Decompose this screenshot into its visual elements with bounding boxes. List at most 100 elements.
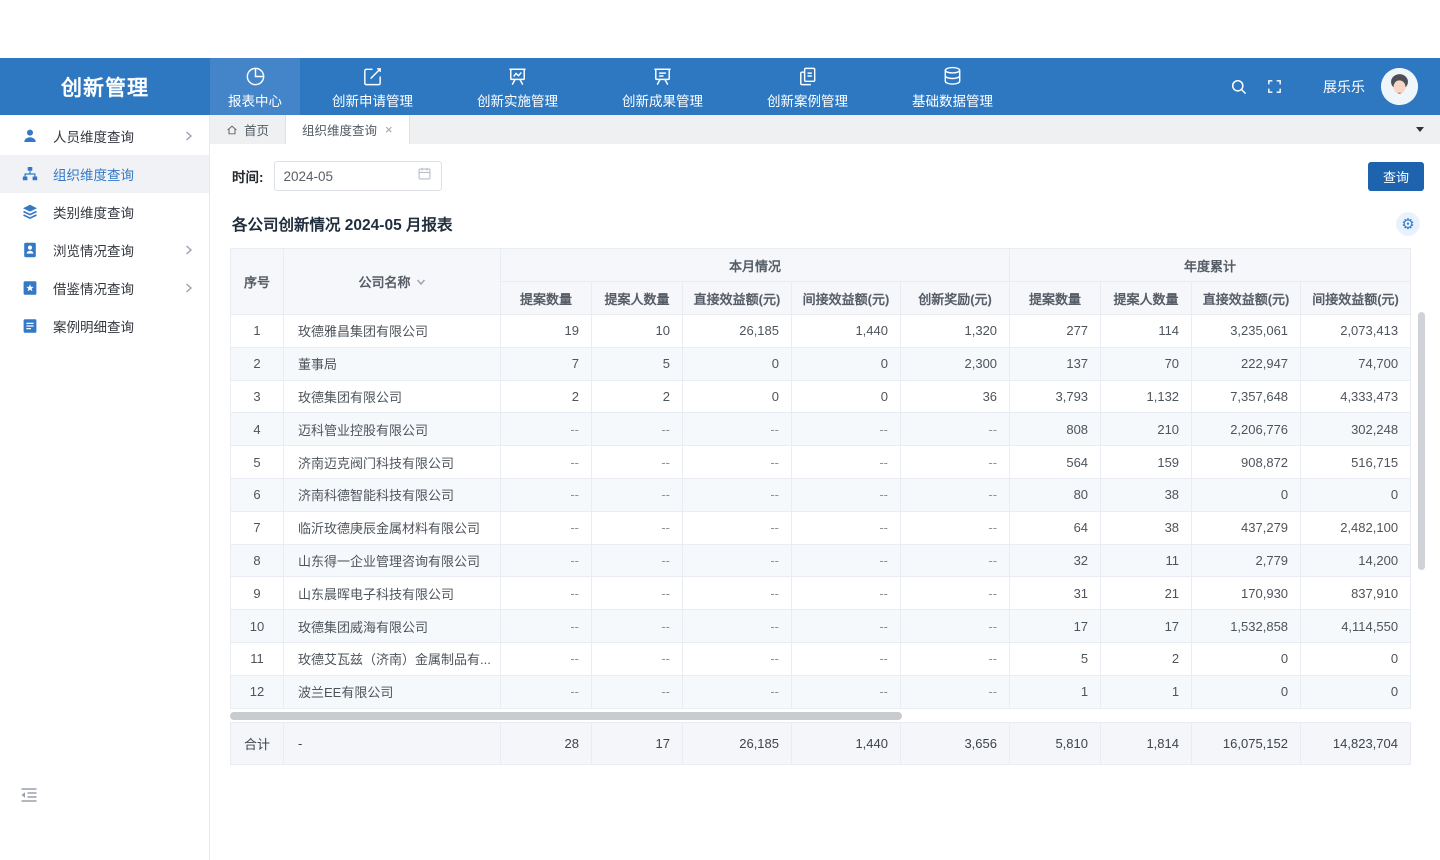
table-cell: -- [901,544,1010,577]
table-cell: 7 [231,511,284,544]
gear-icon[interactable]: ⚙ [1396,212,1420,236]
sidebar-item-person-query[interactable]: 人员维度查询 [0,117,209,155]
avatar[interactable] [1381,68,1418,105]
table-cell: 4 [231,413,284,446]
table-cell: 0 [1192,642,1301,675]
fullscreen-icon[interactable] [1266,78,1283,95]
total-cell: 28 [501,722,592,764]
table-cell: 10 [592,315,683,348]
search-icon[interactable] [1230,78,1248,96]
sidebar-item-reference-query[interactable]: 借鉴情况查询 [0,269,209,307]
main-nav: 报表中心 创新申请管理 创新实施管理 创新成果管理 [210,58,1025,115]
total-label: 合计 [231,722,284,764]
sidebar-item-label: 案例明细查询 [53,316,134,336]
table-row: 8山东得一企业管理咨询有限公司----------32112,77914,200 [231,544,1411,577]
total-row: 合计 - 28 17 26,185 1,440 3,656 5,810 1,81… [231,722,1411,764]
table-cell: 210 [1101,413,1192,446]
table-cell: 516,715 [1301,446,1411,479]
doc-detail-icon [22,318,39,334]
table-body: 1玫德雅昌集团有限公司191026,1851,4401,3202771143,2… [231,315,1411,709]
table-cell: 临沂玫德庚辰金属材料有限公司 [284,511,501,544]
table-cell: 3,793 [1010,380,1101,413]
table-cell: 3 [231,380,284,413]
total-cell: 16,075,152 [1192,722,1301,764]
table-cell: -- [901,478,1010,511]
nav-innovation-apply[interactable]: 创新申请管理 [309,58,436,115]
database-icon [941,64,964,88]
table-cell: 迈科管业控股有限公司 [284,413,501,446]
table-row: 9山东晨晖电子科技有限公司----------3121170,930837,91… [231,577,1411,610]
table-cell: 21 [1101,577,1192,610]
table-cell: -- [792,511,901,544]
sidebar: 人员维度查询 组织维度查询 类别维度查询 [0,115,210,860]
horizontal-scrollbar-thumb[interactable] [230,712,902,720]
table-cell: 437,279 [1192,511,1301,544]
table-cell: 837,910 [1301,577,1411,610]
chevron-right-icon [184,282,193,294]
caret-down-icon [1416,127,1424,132]
table-cell: 2 [501,380,592,413]
sidebar-item-category-query[interactable]: 类别维度查询 [0,193,209,231]
sidebar-item-browse-query[interactable]: 浏览情况查询 [0,231,209,269]
table-row: 11玫德艾瓦兹（济南）金属制品有...----------5200 [231,642,1411,675]
table-cell: 1 [1010,675,1101,708]
table-cell: -- [501,511,592,544]
table-cell: -- [792,478,901,511]
main-panel: 时间: 2024-05 查询 各公司创新情况 2024-05 月报表 ⚙ [210,144,1440,860]
horizontal-scrollbar[interactable] [230,712,1410,720]
username[interactable]: 展乐乐 [1323,77,1365,97]
table-cell: 1,132 [1101,380,1192,413]
report-table-zone: 序号 公司名称 本月情况 年度累计 [230,248,1430,765]
table-cell: 159 [1101,446,1192,479]
nav-label: 创新申请管理 [332,90,413,110]
sidebar-item-org-query[interactable]: 组织维度查询 [0,155,209,193]
vertical-scrollbar-thumb[interactable] [1418,312,1425,570]
title-row: 各公司创新情况 2024-05 月报表 ⚙ [232,212,1420,236]
table-cell: 14,200 [1301,544,1411,577]
query-button[interactable]: 查询 [1368,162,1424,191]
time-filter-label: 时间: [232,166,264,186]
close-icon[interactable]: × [385,123,393,136]
table-cell: -- [901,642,1010,675]
table-header: 序号 公司名称 本月情况 年度累计 [231,249,1411,315]
table-cell: -- [901,511,1010,544]
table-cell: -- [901,577,1010,610]
col-header: 间接效益额(元) [792,282,901,315]
nav-innovation-results[interactable]: 创新成果管理 [599,58,726,115]
table-cell: 0 [1301,675,1411,708]
table-cell: 74,700 [1301,347,1411,380]
col-header-index: 序号 [231,249,284,315]
table-cell: 1,440 [792,315,901,348]
table-row: 6济南科德智能科技有限公司----------803800 [231,478,1411,511]
calendar-icon [417,166,432,186]
top-navbar: 创新管理 报表中心 创新申请管理 创新实施管理 [0,58,1440,115]
total-cell: 3,656 [901,722,1010,764]
sidebar-item-label: 组织维度查询 [53,164,134,184]
table-cell: 玫德集团威海有限公司 [284,610,501,643]
presentation-board-icon [651,64,674,88]
tab-label: 组织维度查询 [302,120,377,139]
table-cell: 4,333,473 [1301,380,1411,413]
tab-dropdown-caret[interactable] [1400,115,1440,144]
total-cell: 14,823,704 [1301,722,1411,764]
col-header-company[interactable]: 公司名称 [284,249,501,315]
nav-innovation-implement[interactable]: 创新实施管理 [454,58,581,115]
date-input[interactable]: 2024-05 [274,161,442,191]
sidebar-item-case-detail-query[interactable]: 案例明细查询 [0,307,209,345]
sidebar-collapse-icon[interactable] [20,787,38,808]
tab-org-query[interactable]: 组织维度查询 × [286,115,410,144]
nav-base-data[interactable]: 基础数据管理 [889,58,1016,115]
doc-star-icon [22,280,39,296]
table-cell: 1,320 [901,315,1010,348]
table-cell: 0 [683,380,792,413]
tab-home[interactable]: 首页 [210,115,286,144]
table-cell: 6 [231,478,284,511]
table-cell: 7,357,648 [1192,380,1301,413]
nav-innovation-cases[interactable]: 创新案例管理 [744,58,871,115]
col-group-year: 年度累计 [1010,249,1411,282]
table-cell: -- [592,511,683,544]
nav-report-center[interactable]: 报表中心 [210,58,300,115]
table-cell: -- [901,610,1010,643]
page-title: 各公司创新情况 2024-05 月报表 [232,213,453,235]
table-cell: 2 [592,380,683,413]
